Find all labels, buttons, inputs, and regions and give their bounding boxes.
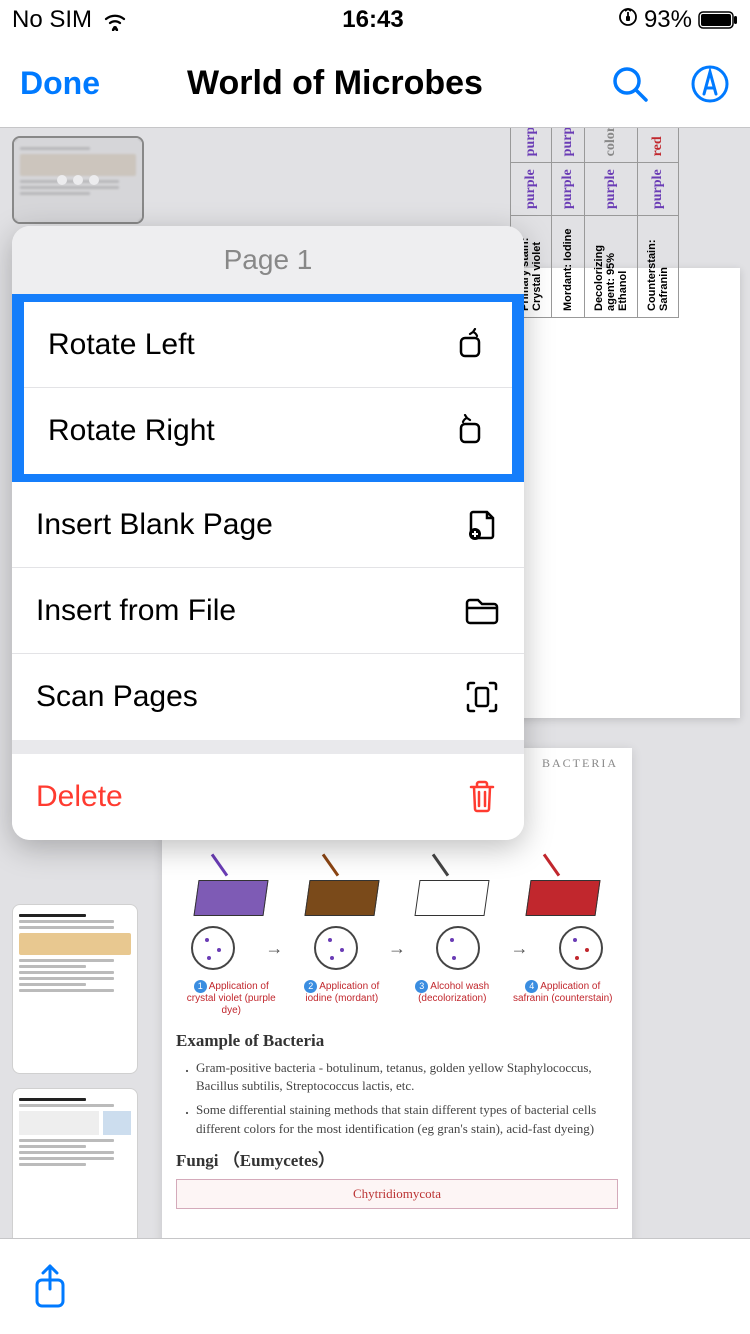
share-icon[interactable] — [30, 1263, 70, 1311]
clock: 16:43 — [342, 6, 403, 34]
insert-blank-icon — [464, 507, 500, 543]
page-thumbnail-1[interactable] — [12, 136, 144, 224]
page-thumbnail-2[interactable] — [12, 904, 138, 1074]
highlighted-group: Rotate Left Rotate Right — [12, 294, 524, 482]
menu-delete[interactable]: Delete — [12, 754, 524, 840]
status-bar: No SIM 16:43 93% — [0, 0, 750, 40]
page-context-menu: Page 1 Rotate Left Rotate Right Insert B… — [12, 226, 524, 840]
folder-icon — [464, 593, 500, 629]
menu-rotate-right[interactable]: Rotate Right — [24, 388, 512, 474]
scan-icon — [464, 679, 500, 715]
menu-scan-pages[interactable]: Scan Pages — [12, 654, 524, 740]
markup-icon[interactable] — [690, 64, 730, 104]
page-thumbnail-3[interactable] — [12, 1088, 138, 1238]
menu-insert-blank[interactable]: Insert Blank Page — [12, 482, 524, 568]
rotate-right-icon — [452, 413, 488, 449]
battery-pct: 93% — [644, 6, 692, 34]
nav-header: Done World of Microbes — [0, 40, 750, 128]
page-title: World of Microbes — [70, 64, 600, 103]
search-icon[interactable] — [610, 64, 650, 104]
menu-insert-file[interactable]: Insert from File — [12, 568, 524, 654]
menu-title: Page 1 — [12, 226, 524, 294]
rotate-left-icon — [452, 327, 488, 363]
bottom-toolbar — [0, 1238, 750, 1334]
rotation-lock-icon — [618, 6, 638, 34]
carrier-label: No SIM — [12, 6, 92, 34]
trash-icon — [464, 779, 500, 815]
battery-icon — [698, 11, 738, 29]
content-area: Primary stain: Crystal violetpurplepurpl… — [0, 128, 750, 1238]
menu-rotate-left[interactable]: Rotate Left — [24, 302, 512, 388]
wifi-icon — [102, 6, 128, 34]
